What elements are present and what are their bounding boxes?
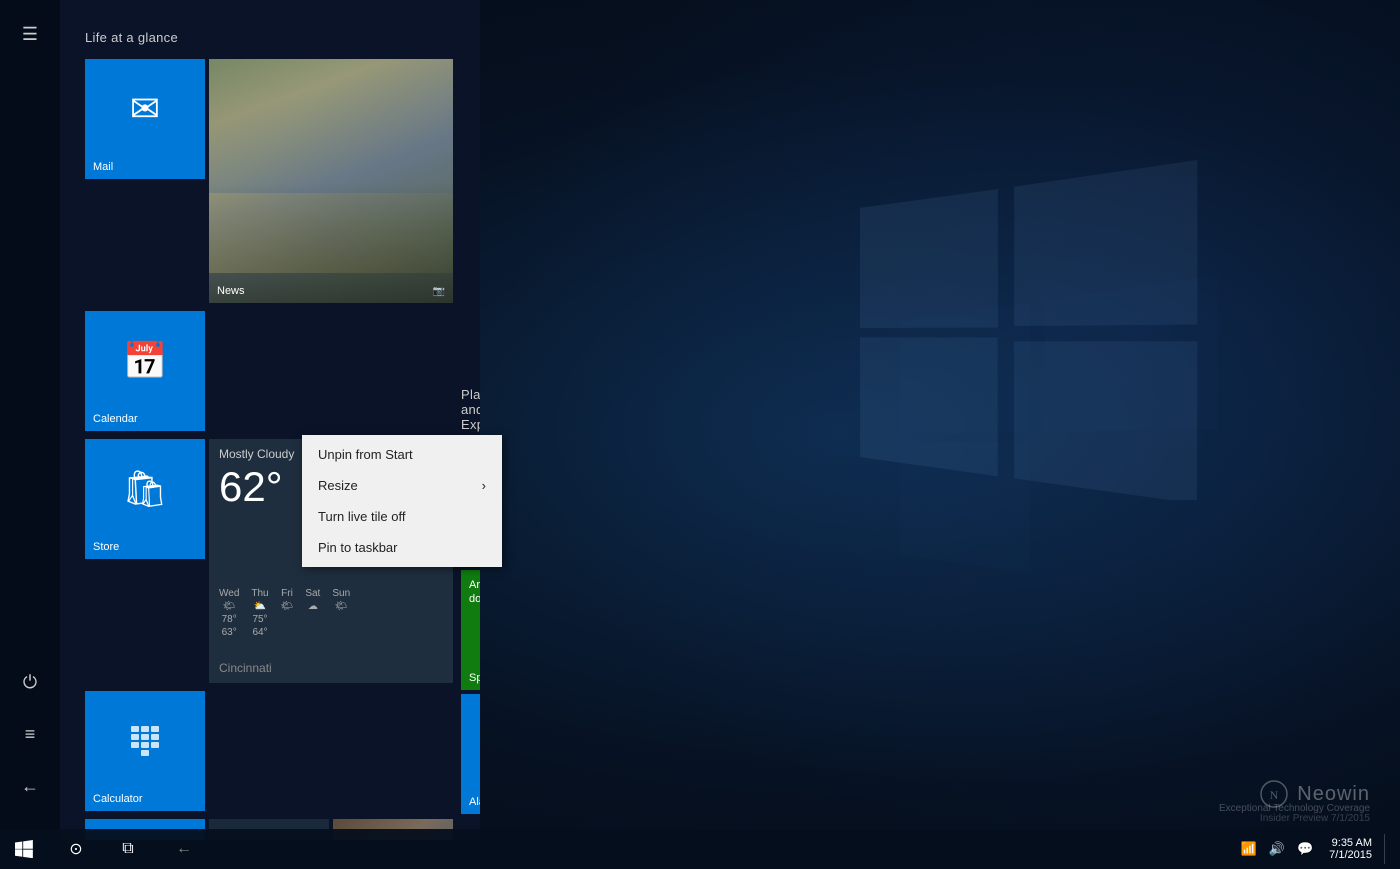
news-label: News xyxy=(217,285,245,297)
all-apps-icon: ≡ xyxy=(25,724,36,745)
taskbar-back-button[interactable]: ← xyxy=(160,829,208,869)
tiles-area: Life at a glance ✉ Mail News xyxy=(65,0,480,840)
network-icon[interactable]: 📶 xyxy=(1241,841,1257,857)
search-icon: ⊙ xyxy=(69,839,82,859)
calculator-tile[interactable]: Calculator xyxy=(85,691,205,811)
weather-day-fri: Fri 🌤 xyxy=(281,588,294,638)
start-menu: ☰ ⏻ ≡ ← Life at a glance ✉ Mail xyxy=(0,0,480,840)
taskbar-clock[interactable]: 9:35 AM 7/1/2015 xyxy=(1329,837,1372,861)
windows-logo-taskbar xyxy=(15,840,33,858)
taskbar-search-button[interactable]: ⊙ xyxy=(52,829,100,869)
calculator-label: Calculator xyxy=(93,793,143,805)
store-label: Store xyxy=(93,541,119,553)
tile-row-2: 📅 Calendar xyxy=(85,311,460,431)
neowin-date: Insider Preview 7/1/2015 xyxy=(1260,813,1370,824)
context-resize[interactable]: Resize › xyxy=(302,470,502,501)
news-spacer xyxy=(209,311,453,431)
context-live-tile-label: Turn live tile off xyxy=(318,509,405,524)
section1-label: Life at a glance xyxy=(85,30,460,45)
weather-days: Wed 🌤 78° 63° Thu ⛅ 75° 64° Fri xyxy=(219,588,350,638)
notification-icon[interactable]: 💬 xyxy=(1297,841,1313,857)
weather-city: Cincinnati xyxy=(219,661,272,675)
back-button[interactable]: ← xyxy=(6,762,54,810)
camera-icon: 📷 xyxy=(433,286,445,297)
context-unpin[interactable]: Unpin from Start xyxy=(302,439,502,470)
context-unpin-label: Unpin from Start xyxy=(318,447,413,462)
news-color-overlay xyxy=(209,193,453,273)
mail-icon: ✉ xyxy=(130,88,160,130)
calculator-icon xyxy=(131,726,159,756)
taskbar: ⊙ ⧉ ← 📶 🔊 💬 9:35 AM 7/1/2015 xyxy=(0,829,1400,869)
hamburger-button[interactable]: ☰ xyxy=(6,10,54,58)
store-tile[interactable]: 🛍 Store xyxy=(85,439,205,559)
weather-day-thu: Thu ⛅ 75° 64° xyxy=(251,588,268,638)
all-apps-button[interactable]: ≡ xyxy=(6,710,54,758)
sports-tile[interactable]: Armour: USA silences doubters with Germa… xyxy=(461,570,480,690)
mail-tile[interactable]: ✉ Mail xyxy=(85,59,205,179)
taskbar-right: 📶 🔊 💬 9:35 AM 7/1/2015 xyxy=(1241,834,1400,864)
show-desktop-button[interactable] xyxy=(1384,834,1390,864)
task-view-icon: ⧉ xyxy=(122,840,133,858)
taskbar-time: 9:35 AM xyxy=(1332,837,1372,849)
weather-day-wed: Wed 🌤 78° 63° xyxy=(219,588,239,638)
sports-label: Sports xyxy=(469,672,480,684)
hamburger-icon: ☰ xyxy=(22,24,38,45)
volume-icon[interactable]: 🔊 xyxy=(1269,841,1285,857)
taskbar-task-view[interactable]: ⧉ xyxy=(104,829,152,869)
alarms-label: Alarms & Clock xyxy=(469,796,480,808)
back-icon: ← xyxy=(21,776,39,797)
desktop-glow xyxy=(500,0,1400,869)
weather-day-sat: Sat ☁ xyxy=(305,588,320,638)
context-resize-label: Resize xyxy=(318,478,358,493)
weather-spacer xyxy=(209,691,453,811)
context-menu: Unpin from Start Resize › Turn live tile… xyxy=(302,435,502,567)
context-resize-arrow: › xyxy=(482,478,486,493)
tile-row-1: ✉ Mail News 📷 xyxy=(85,59,460,303)
weather-day-sun: Sun 🌤 xyxy=(332,588,350,638)
mail-label: Mail xyxy=(93,161,113,173)
start-sidebar: ☰ ⏻ ≡ ← xyxy=(0,0,60,840)
back-arrow-icon: ← xyxy=(176,840,192,858)
taskbar-system-icons: 📶 🔊 💬 xyxy=(1241,841,1314,857)
power-icon: ⏻ xyxy=(23,672,37,693)
alarms-tile[interactable]: Alarms & Clock xyxy=(461,694,480,814)
news-tile[interactable]: News 📷 xyxy=(209,59,453,303)
taskbar-start-button[interactable] xyxy=(0,829,48,869)
context-pin-taskbar[interactable]: Pin to taskbar xyxy=(302,532,502,563)
sports-headline: Armour: USA silences doubters with Germa… xyxy=(469,578,480,607)
power-button[interactable]: ⏻ xyxy=(6,658,54,706)
taskbar-date: 7/1/2015 xyxy=(1329,849,1372,861)
context-pin-taskbar-label: Pin to taskbar xyxy=(318,540,398,555)
svg-text:N: N xyxy=(1270,788,1279,802)
weather-temp: 62° xyxy=(219,463,283,511)
calendar-icon: 📅 xyxy=(123,340,168,382)
context-live-tile[interactable]: Turn live tile off xyxy=(302,501,502,532)
store-icon: 🛍 xyxy=(122,468,168,510)
calendar-tile[interactable]: 📅 Calendar xyxy=(85,311,205,431)
calendar-label: Calendar xyxy=(93,413,138,425)
tile-row-4: Calculator xyxy=(85,691,460,811)
weather-condition: Mostly Cloudy xyxy=(219,447,294,461)
